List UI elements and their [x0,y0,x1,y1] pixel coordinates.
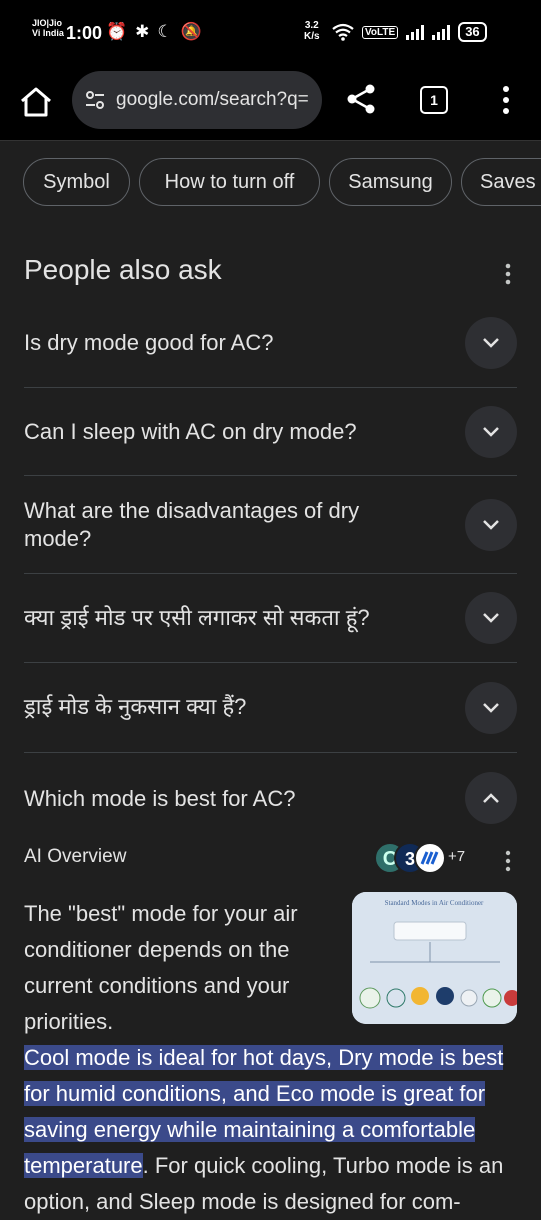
paa-more-options-icon[interactable] [500,262,516,286]
mute-icon: 🔕 [180,22,202,41]
chip-samsung[interactable]: Samsung [329,158,452,206]
status-icons-left: ⏰ ✱ ☾ 🔕 [106,22,202,42]
more-sources-count[interactable]: +7 [448,848,465,865]
paa-expand-button[interactable] [465,592,517,644]
address-bar[interactable]: google.com/search?q= [72,71,322,129]
chevron-down-icon [483,520,499,530]
search-refinement-chips: Symbol How to turn off Samsung Saves [0,140,541,227]
signal-icon-sim1 [406,24,425,40]
paa-question-text: क्या ड्राई मोड पर एसी लगाकर सो सकता हूं? [24,605,370,630]
status-bar: JIO|Jio Vi India 1:00 ⏰ ✱ ☾ 🔕 3.2 K/s Vo… [0,0,541,66]
carrier-line2: Vi India [32,28,64,38]
paa-expand-button[interactable] [465,499,517,551]
paa-question[interactable]: क्या ड्राई मोड पर एसी लगाकर सो सकता हूं? [24,574,517,663]
wifi-icon [332,23,354,41]
chevron-down-icon [483,613,499,623]
tab-switcher-button[interactable]: 1 [420,86,448,114]
bluetooth-icon: ✱ [135,22,150,41]
source-favicons[interactable]: C 3 [372,840,452,876]
carrier-line1: JIO|Jio [32,18,63,28]
chip-how-to-turn-off[interactable]: How to turn off [139,158,320,206]
network-speed-value: 3.2 [304,20,319,31]
paa-question-expanded[interactable]: Which mode is best for AC? [24,753,517,839]
ai-overview-more-icon[interactable] [502,850,514,872]
paa-question-text: Is dry mode good for AC? [24,330,274,355]
browser-toolbar: google.com/search?q= 1 [0,66,541,140]
people-also-ask-heading: People also ask [24,254,222,285]
ai-overview-intro: The "best" mode for your air conditioner… [24,901,298,1034]
paa-question[interactable]: Is dry mode good for AC? [24,300,517,388]
chip-saves[interactable]: Saves [461,158,541,206]
chevron-down-icon [483,427,499,437]
ai-overview-label: AI Overview [24,846,127,867]
paa-expand-button[interactable] [465,682,517,734]
paa-question-text: Which mode is best for AC? [24,786,296,811]
paa-question-text: What are the disadvantages of dry mode? [24,498,360,551]
chevron-down-icon [483,338,499,348]
battery-icon: 36 [458,22,487,42]
chip-symbol[interactable]: Symbol [23,158,130,206]
network-speed-unit: K/s [304,31,320,42]
moon-icon: ☾ [157,22,173,41]
clock: 1:00 [66,23,103,43]
status-icons-right: VoLTE 36 [332,22,487,42]
paa-question-text: ड्राई मोड के नुकसान क्या हैं? [24,694,247,719]
carrier-label: JIO|Jio Vi India [32,18,64,38]
paa-collapse-button[interactable] [465,772,517,824]
paa-question[interactable]: What are the disadvantages of dry mode? [24,476,517,574]
home-icon[interactable] [18,84,54,120]
chevron-down-icon [483,703,499,713]
network-speed: 3.2 K/s [304,20,320,42]
chevron-up-icon [483,793,499,803]
paa-expand-button[interactable] [465,406,517,458]
more-options-icon[interactable] [496,84,516,116]
svg-text:3: 3 [405,849,415,869]
paa-expand-button[interactable] [465,317,517,369]
paa-question[interactable]: ड्राई मोड के नुकसान क्या हैं? [24,663,517,753]
volte-badge: VoLTE [362,25,399,39]
signal-icon-sim2 [432,24,451,40]
paa-question[interactable]: Can I sleep with AC on dry mode? [24,388,517,476]
site-settings-icon[interactable] [84,89,106,111]
alarm-icon: ⏰ [106,22,128,41]
paa-question-text: Can I sleep with AC on dry mode? [24,419,357,444]
url-text[interactable]: google.com/search?q= [116,89,316,111]
ai-overview-text: The "best" mode for your air conditioner… [24,896,519,1220]
share-icon[interactable] [344,82,378,116]
